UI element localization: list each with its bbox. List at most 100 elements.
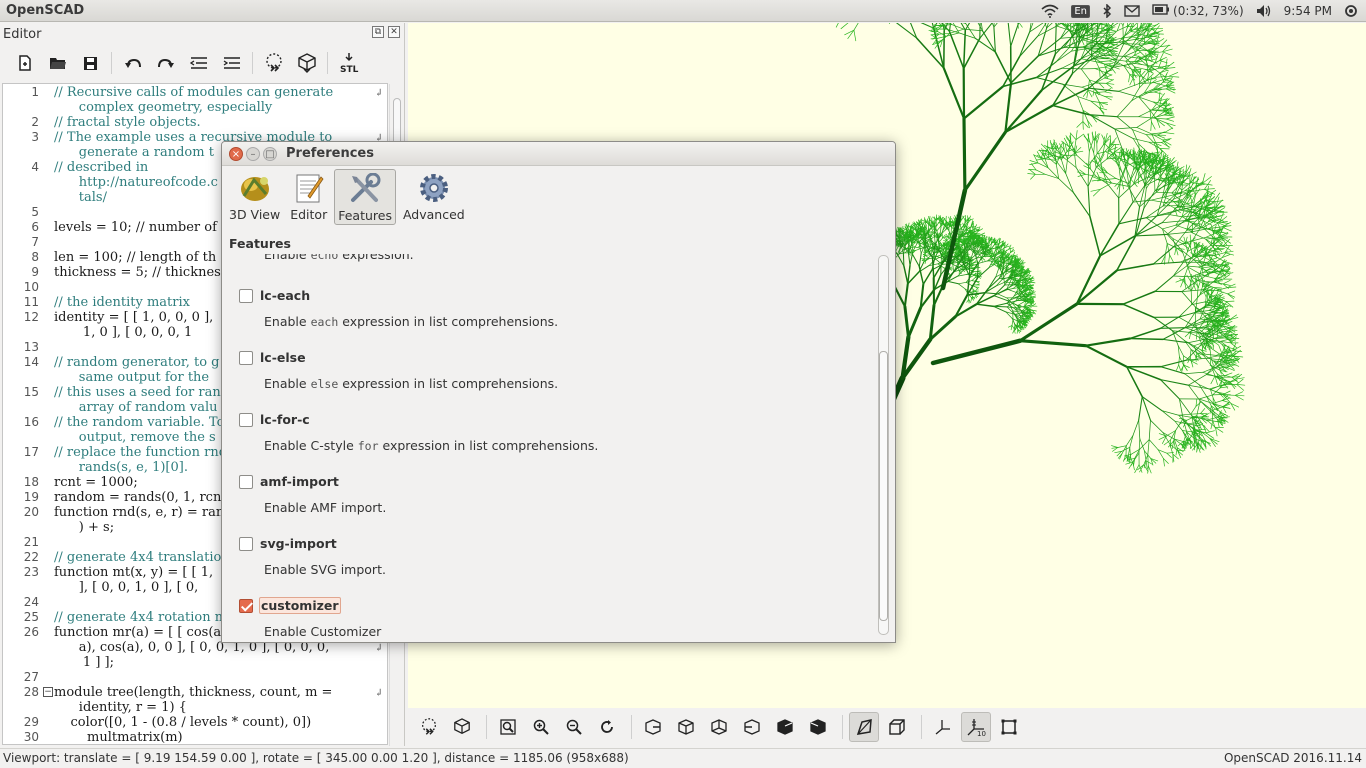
tree-branch bbox=[1162, 224, 1177, 230]
tree-branch bbox=[1154, 275, 1174, 292]
tree-branch bbox=[1117, 151, 1121, 162]
tree-branch bbox=[853, 23, 859, 31]
code-text: // random generator, to g bbox=[54, 355, 220, 370]
tree-branch bbox=[1190, 413, 1201, 415]
tree-branch bbox=[958, 281, 967, 285]
tree-branch bbox=[1232, 350, 1243, 352]
tree-branch bbox=[1189, 192, 1193, 203]
code-text: http://natureofcode.c bbox=[54, 175, 218, 190]
tree-branch bbox=[993, 302, 1008, 307]
tree-branch bbox=[1204, 188, 1215, 190]
tree-branch bbox=[840, 23, 849, 30]
tree-branch bbox=[935, 221, 941, 227]
line-number: 23 bbox=[23, 565, 39, 579]
tree-branch bbox=[1166, 243, 1170, 256]
undock-editor-button[interactable]: ⧉ bbox=[372, 26, 384, 38]
line-number: 15 bbox=[23, 385, 39, 399]
code-text: // replace the function rnd bbox=[54, 445, 228, 460]
tree-branch bbox=[1163, 439, 1171, 446]
tree-branch bbox=[1200, 408, 1206, 414]
new-file-icon[interactable] bbox=[8, 48, 41, 78]
export-stl-icon[interactable]: STL bbox=[332, 48, 365, 78]
tree-branch bbox=[987, 236, 990, 242]
tree-branch bbox=[1184, 371, 1204, 375]
tree-branch bbox=[1121, 446, 1131, 452]
tree-branch bbox=[928, 315, 957, 341]
line-number: 21 bbox=[23, 535, 39, 549]
tree-branch bbox=[1181, 243, 1189, 249]
tree-branch bbox=[1222, 279, 1231, 285]
undo-icon[interactable] bbox=[116, 48, 149, 78]
code-text: function rnd(s, e, r) = ran bbox=[54, 505, 225, 520]
tree-branch bbox=[1061, 159, 1067, 174]
tree-branch bbox=[1221, 226, 1232, 232]
tree-branch bbox=[1205, 354, 1222, 359]
save-icon[interactable] bbox=[74, 48, 107, 78]
line-wrap-icon: ↲ bbox=[374, 88, 383, 99]
line-number: 4 bbox=[31, 160, 39, 174]
open-file-icon[interactable] bbox=[41, 48, 74, 78]
redo-icon[interactable] bbox=[149, 48, 182, 78]
tree-branch bbox=[1162, 338, 1189, 344]
tree-branch bbox=[928, 303, 936, 341]
tree-branch bbox=[995, 281, 1006, 287]
tree-branch bbox=[1147, 454, 1149, 467]
tree-branch bbox=[1145, 460, 1148, 469]
tree-branch bbox=[1138, 419, 1141, 439]
tree-branch bbox=[1175, 447, 1178, 456]
tree-branch bbox=[1169, 254, 1175, 264]
tree-branch bbox=[1030, 163, 1037, 171]
clock[interactable]: 9:54 PM bbox=[1284, 4, 1332, 18]
bluetooth-icon[interactable] bbox=[1102, 4, 1112, 18]
tree-branch bbox=[930, 338, 1023, 366]
line-number: 12 bbox=[23, 310, 39, 324]
tree-branch bbox=[1166, 231, 1192, 235]
tree-branch bbox=[1150, 419, 1164, 433]
line-number: 25 bbox=[23, 610, 39, 624]
code-text: // Recursive calls of modules can genera… bbox=[54, 85, 334, 100]
code-text: generate a random t bbox=[54, 145, 214, 160]
tree-branch bbox=[1172, 330, 1189, 333]
tree-branch bbox=[1210, 375, 1216, 385]
power-settings-icon[interactable] bbox=[1344, 4, 1358, 18]
tree-branch bbox=[1129, 327, 1162, 340]
tree-branch bbox=[1065, 173, 1074, 194]
tree-branch bbox=[936, 254, 942, 257]
tree-branch bbox=[1093, 140, 1096, 154]
fold-toggle-icon[interactable]: − bbox=[43, 687, 53, 697]
code-text: color([0, 1 - (0.8 / levels * count), 0]… bbox=[54, 715, 312, 730]
line-wrap-icon: ↲ bbox=[374, 688, 383, 699]
unindent-icon[interactable] bbox=[182, 48, 215, 78]
volume-icon[interactable] bbox=[1256, 4, 1272, 18]
tree-branch bbox=[1134, 233, 1168, 237]
battery-indicator[interactable]: (0:32, 73%) bbox=[1152, 4, 1244, 18]
tree-branch bbox=[1148, 439, 1159, 451]
mail-icon[interactable] bbox=[1124, 5, 1140, 17]
line-number: 5 bbox=[31, 205, 39, 219]
render-icon[interactable] bbox=[290, 48, 323, 78]
line-number: 10 bbox=[23, 280, 39, 294]
tree-branch bbox=[896, 253, 905, 267]
code-text: // the random variable. To bbox=[54, 415, 225, 430]
tree-branch bbox=[1176, 364, 1180, 371]
code-text: // this uses a seed for ran bbox=[54, 385, 221, 400]
tree-branch bbox=[1218, 345, 1223, 354]
tree-branch bbox=[893, 285, 906, 308]
editor-toolbar: STL bbox=[0, 45, 404, 81]
preview-icon[interactable] bbox=[257, 48, 290, 78]
keyboard-layout-indicator[interactable]: En bbox=[1071, 4, 1091, 18]
indent-icon[interactable] bbox=[215, 48, 248, 78]
tree-branch bbox=[1234, 391, 1244, 396]
wifi-icon[interactable] bbox=[1041, 4, 1059, 18]
tree-branch bbox=[1087, 141, 1090, 152]
tree-branch bbox=[1172, 262, 1184, 277]
tree-branch bbox=[1186, 274, 1192, 282]
tree-branch bbox=[952, 263, 954, 273]
tree-branch bbox=[1205, 357, 1221, 361]
close-editor-button[interactable]: ✕ bbox=[388, 26, 400, 38]
tree-branch bbox=[1228, 329, 1238, 332]
tree-branch bbox=[920, 23, 935, 29]
tree-branch bbox=[1004, 281, 1013, 284]
tree-branch bbox=[1125, 435, 1134, 447]
code-text: rands(s, e, 1)[0]. bbox=[54, 460, 188, 475]
